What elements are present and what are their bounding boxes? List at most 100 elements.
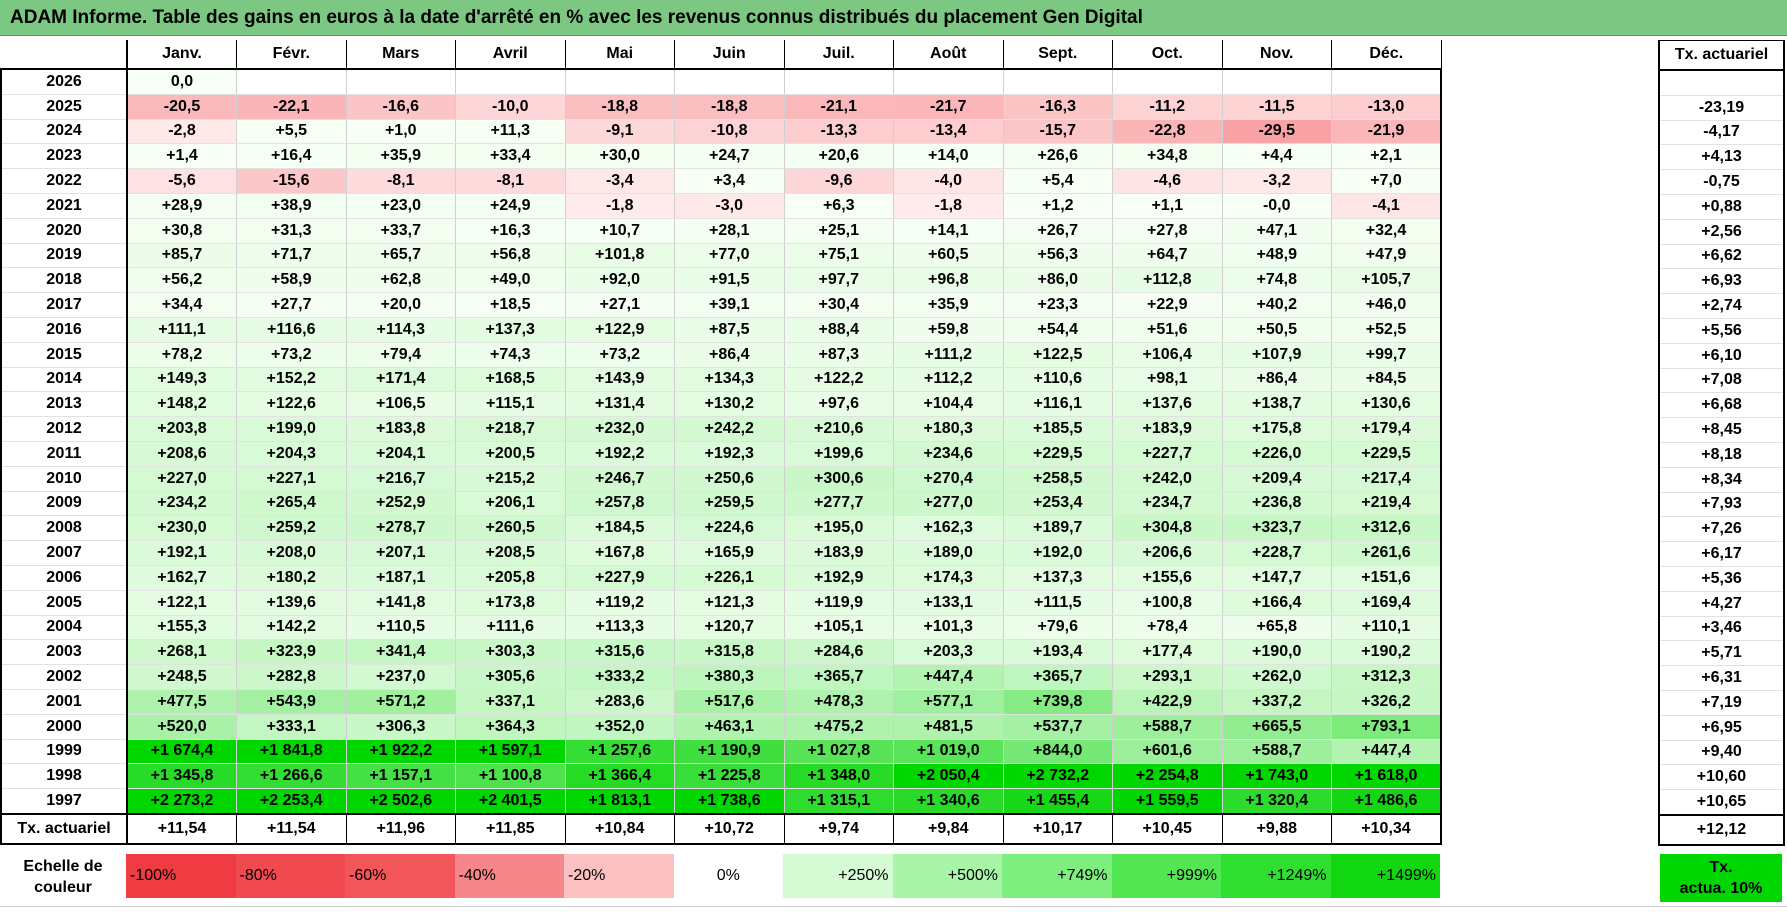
value-cell	[236, 69, 347, 95]
value-cell: +143,9	[564, 367, 675, 393]
value-cell: +155,3	[126, 615, 237, 641]
value-cell: +284,6	[783, 639, 894, 666]
value-cell: +242,2	[674, 416, 785, 442]
color-scale-box: +1249%	[1221, 854, 1331, 898]
value-cell: +1 315,1	[783, 788, 894, 815]
value-cell: +105,7	[1331, 267, 1442, 294]
value-cell: +210,6	[783, 416, 894, 442]
value-cell: +1 257,6	[564, 739, 675, 765]
year-cell: 2003	[0, 639, 128, 666]
tx-row	[1658, 70, 1785, 96]
tx-value-cell: +8,45	[1658, 417, 1785, 443]
value-cell: +173,8	[455, 590, 566, 616]
tx-value-cell: +6,93	[1658, 268, 1785, 295]
value-cell: +77,0	[674, 243, 785, 269]
value-cell: +1,4	[126, 143, 237, 170]
year-cell: 2009	[0, 491, 128, 517]
value-cell: +237,0	[345, 664, 456, 690]
table-row: 2019 +85,7 +71,7 +65,7 +56,8 +101,8 +77,0 +75,1…	[0, 243, 1442, 269]
value-cell: -3,4	[564, 168, 675, 194]
value-cell: +74,3	[455, 342, 566, 368]
value-cell: +229,5	[1331, 441, 1442, 467]
tx-value-cell: +6,31	[1658, 665, 1785, 691]
value-cell: +1 340,6	[893, 788, 1004, 815]
value-cell: +208,5	[455, 540, 566, 566]
value-cell: +32,4	[1331, 218, 1442, 244]
value-cell: +119,9	[783, 590, 894, 616]
color-scale-box: -20%	[564, 854, 674, 898]
value-cell: +137,3	[1002, 565, 1113, 591]
value-cell: +5,4	[1002, 168, 1113, 194]
value-cell: +59,8	[893, 317, 1004, 343]
value-cell: +91,5	[674, 267, 785, 294]
value-cell: +588,7	[1112, 714, 1223, 740]
value-cell: +185,5	[1002, 416, 1113, 442]
value-cell: +277,0	[893, 491, 1004, 517]
value-cell: +180,2	[236, 565, 347, 591]
tx-row: +7,19	[1658, 690, 1785, 716]
value-cell: +30,4	[783, 292, 894, 318]
value-cell: +205,8	[455, 565, 566, 591]
value-cell: +73,2	[236, 342, 347, 368]
table-row: 2012 +203,8 +199,0 +183,8 +218,7 +232,0 +242,2…	[0, 416, 1442, 442]
value-cell: +86,0	[1002, 267, 1113, 294]
value-cell: +98,1	[1112, 367, 1223, 393]
bottom-rule	[0, 906, 1787, 907]
tx-value-cell: +2,74	[1658, 293, 1785, 319]
value-cell: +192,3	[674, 441, 785, 467]
value-cell: +142,2	[236, 615, 347, 641]
value-cell: -9,1	[564, 119, 675, 145]
month-header: Févr.	[236, 40, 347, 70]
value-cell: +122,6	[236, 391, 347, 418]
value-cell: +1 266,6	[236, 763, 347, 790]
value-cell: +28,9	[126, 193, 237, 219]
value-cell: -29,5	[1221, 119, 1332, 145]
month-header: Déc.	[1331, 40, 1442, 70]
year-cell: 2019	[0, 243, 128, 269]
value-cell: 0,0	[126, 69, 237, 95]
value-cell: +110,5	[345, 615, 456, 641]
tx-row: +7,93	[1658, 492, 1785, 518]
table-row: 2005 +122,1 +139,6 +141,8 +173,8 +119,2 +121,3…	[0, 590, 1442, 616]
footer-value: +10,34	[1331, 813, 1442, 845]
value-cell: +31,3	[236, 218, 347, 244]
value-cell: -1,8	[564, 193, 675, 219]
table-row: 2009 +234,2 +265,4 +252,9 +206,1 +257,8 +259,5…	[0, 491, 1442, 517]
value-cell: -11,2	[1112, 94, 1223, 120]
value-cell: +184,5	[564, 515, 675, 542]
value-cell: +230,0	[126, 515, 237, 542]
value-cell: -21,7	[893, 94, 1004, 120]
table-row: 2018 +56,2 +58,9 +62,8 +49,0 +92,0 +91,5 +97,7 +…	[0, 267, 1442, 294]
table-row: 2022 -5,6 -15,6 -8,1 -8,1 -3,4 +3,4 -9,6 -4,0 +5,…	[0, 168, 1442, 194]
gains-table: Janv. Févr. Mars Avril Mai Juin Juil. Août Sept.…	[0, 40, 1442, 845]
value-cell: +478,3	[783, 689, 894, 715]
color-scale: Echelle de couleur -100% -80% -60% -40% -20%…	[0, 842, 1787, 904]
color-scale-box: -80%	[235, 854, 345, 898]
value-cell: +219,4	[1331, 491, 1442, 517]
value-cell: +577,1	[893, 689, 1004, 715]
value-cell: +190,2	[1331, 639, 1442, 666]
table-row: 2002 +248,5 +282,8 +237,0 +305,6 +333,2 +380,3…	[0, 664, 1442, 690]
value-cell: +1 157,1	[345, 763, 456, 790]
value-cell: +111,2	[893, 342, 1004, 368]
value-cell: +207,1	[345, 540, 456, 566]
value-cell: -5,6	[126, 168, 237, 194]
value-cell: +84,5	[1331, 367, 1442, 393]
table-row: 2024 -2,8 +5,5 +1,0 +11,3 -9,1 -10,8 -13,3 -13,4…	[0, 119, 1442, 145]
value-cell: +116,6	[236, 317, 347, 343]
value-cell	[1112, 69, 1223, 95]
month-header: Mai	[564, 40, 675, 70]
value-cell: -20,5	[126, 94, 237, 120]
value-cell: +26,6	[1002, 143, 1113, 170]
tx-row: +8,45	[1658, 417, 1785, 443]
tx-row: +7,08	[1658, 368, 1785, 394]
value-cell: -3,2	[1221, 168, 1332, 194]
value-cell: +215,2	[455, 466, 566, 492]
header-corner	[1, 40, 128, 70]
value-cell: +116,1	[1002, 391, 1113, 418]
value-cell: +1 100,8	[455, 763, 566, 790]
value-cell: +259,5	[674, 491, 785, 517]
footer-value: +10,17	[1002, 813, 1113, 845]
tx-row: -4,17	[1658, 120, 1785, 146]
value-cell: +179,4	[1331, 416, 1442, 442]
